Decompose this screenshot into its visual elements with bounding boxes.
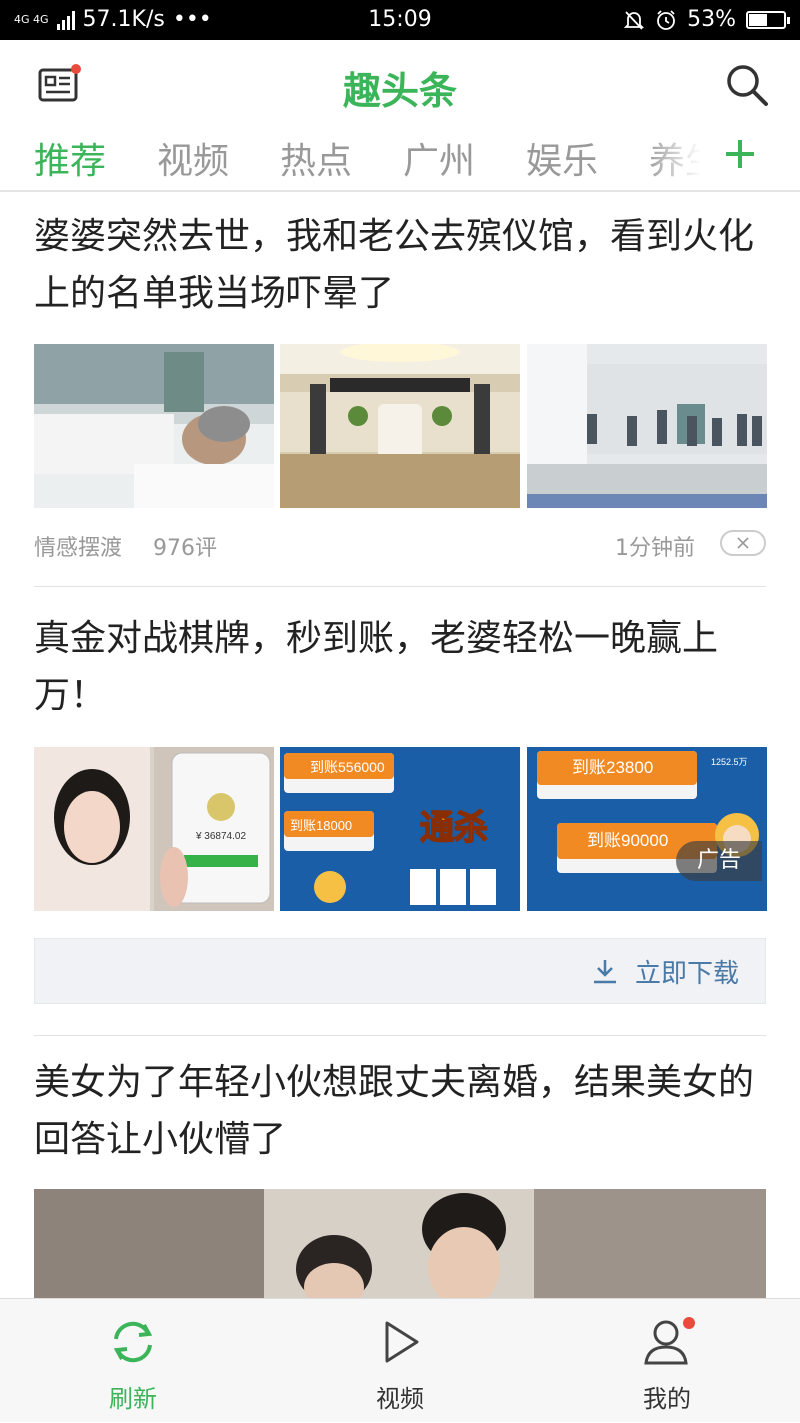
article-thumbnail-hall[interactable]: [280, 344, 520, 508]
article-thumbnail-corridor[interactable]: [527, 344, 767, 508]
status-bar: 4G 4G 57.1K/s ••• 15:09 53%: [0, 0, 800, 40]
article-time: 1分钟前: [615, 536, 695, 561]
download-button[interactable]: 立即下载: [34, 938, 766, 1004]
play-icon: [385, 1321, 419, 1363]
tab-hot[interactable]: 热点: [280, 132, 352, 184]
ad-card-text: 到账23800: [572, 758, 653, 777]
refresh-icon: [113, 1321, 153, 1363]
article-thumbnail-hospital[interactable]: [34, 344, 274, 508]
article-source: 情感摆渡: [34, 536, 123, 561]
tab-recommend[interactable]: 推荐: [34, 132, 106, 184]
ad-thumbnail-cards[interactable]: 到账556000 到账18000 通杀: [280, 747, 520, 911]
news-feed[interactable]: 婆婆突然去世，我和老公去殡仪馆，看到火化上的名单我当场吓晕了 情感摆渡 976评…: [0, 192, 800, 1298]
nav-mine[interactable]: 我的: [567, 1299, 767, 1423]
ad-thumbnail-girl-phone[interactable]: ¥ 36874.02: [34, 747, 274, 911]
mute-bell-icon: [623, 10, 645, 30]
nav-mine-label: 我的: [643, 1385, 691, 1413]
tab-video[interactable]: 视频: [157, 132, 229, 184]
feed-divider: [34, 586, 766, 587]
add-tab-icon[interactable]: [720, 132, 760, 178]
ad-card-text: 到账18000: [290, 818, 352, 833]
bottom-nav: 刷新 视频 我的: [0, 1298, 800, 1422]
tabs-fade: [645, 132, 725, 190]
article-comments: 976评: [153, 536, 217, 561]
ad-thumbnail-rewards[interactable]: 到账23800 到账90000 1252.5万: [527, 747, 767, 911]
alarm-icon: [657, 9, 675, 30]
tab-entertainment[interactable]: 娱乐: [526, 132, 598, 184]
tab-guangzhou[interactable]: 广州: [403, 132, 475, 184]
download-label: 立即下载: [634, 959, 739, 989]
category-tabs: 推荐 视频 热点 广州 娱乐 养生: [0, 132, 800, 190]
ad-badge: 广告: [676, 841, 762, 881]
feed-divider: [34, 1035, 766, 1036]
article-title[interactable]: 真金对战棋牌，秒到账，老婆轻松一晚赢上万！: [34, 610, 754, 724]
user-icon: [644, 1317, 695, 1365]
battery-percent: 53%: [687, 7, 736, 32]
app-title: 趣头条: [342, 69, 457, 113]
nav-refresh[interactable]: 刷新: [33, 1299, 233, 1423]
search-icon[interactable]: [724, 62, 770, 108]
article-title[interactable]: 婆婆突然去世，我和老公去殡仪馆，看到火化上的名单我当场吓晕了: [34, 208, 754, 322]
battery-icon: [746, 10, 790, 29]
ad-amount-text: ¥ 36874.02: [195, 831, 246, 842]
ad-big-word: 通杀: [420, 809, 488, 847]
nav-refresh-label: 刷新: [109, 1385, 157, 1413]
download-icon: [594, 960, 616, 984]
app-header: 趣头条: [0, 40, 800, 132]
ad-card-text: 到账90000: [587, 831, 668, 850]
ad-card-text: 到账556000: [310, 759, 385, 775]
dismiss-icon[interactable]: [720, 530, 766, 556]
nav-video[interactable]: 视频: [300, 1299, 500, 1423]
notification-dot: [683, 1317, 695, 1329]
nav-video-label: 视频: [376, 1385, 424, 1413]
ad-mini-text: 1252.5万: [711, 757, 748, 767]
article-thumbnail-couple[interactable]: [34, 1189, 766, 1298]
article-title[interactable]: 美女为了年轻小伙想跟丈夫离婚，结果美女的回答让小伙懵了: [34, 1054, 754, 1168]
